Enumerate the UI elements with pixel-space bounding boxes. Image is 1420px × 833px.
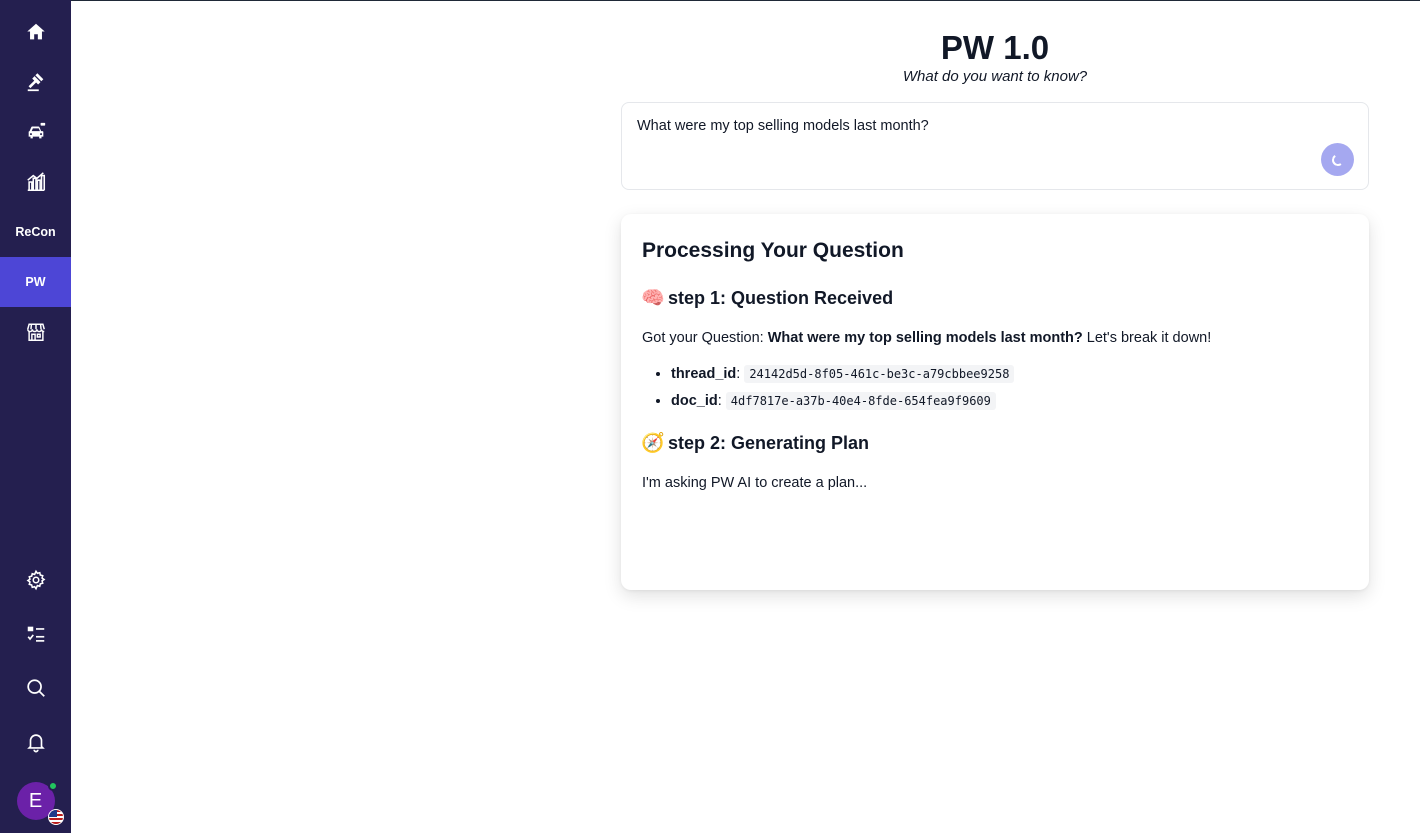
brain-icon: 🧠 [641,288,665,309]
notifications-button[interactable] [0,715,71,769]
step2-text: I'm asking PW AI to create a plan... [642,475,868,491]
avatar[interactable]: E [16,781,64,825]
bell-icon [26,734,45,753]
top-border [71,0,1420,1]
loading-spinner-icon [1330,152,1345,167]
submit-loading-button[interactable] [1321,143,1354,176]
page-title: PW 1.0 [940,29,1050,66]
step2-heading: 🧭 step 2: Generating Plan [641,431,1348,455]
step1-question: What were my top selling models last mon… [767,330,1083,346]
question-input[interactable]: What were my top selling models last mon… [621,102,1369,190]
processing-card: Processing Your Question 🧠 step 1: Quest… [621,214,1369,590]
sidebar-bottom: E [0,553,71,833]
step1-intro-suffix: Let's break it down! [1082,330,1212,346]
step1-heading: 🧠 step 1: Question Received [641,286,1348,310]
sidebar-item-store[interactable] [0,307,71,357]
sidebar-item-auction[interactable] [0,57,71,107]
sidebar-item-label: PW [25,275,46,289]
sidebar-item-analytics[interactable] [0,157,71,207]
bar-chart-icon [26,172,45,192]
us-flag-icon [47,809,64,825]
search-button[interactable] [0,661,71,715]
tasks-button[interactable] [0,607,71,661]
sidebar-item-pw[interactable]: PW [0,257,71,307]
search-icon [26,679,45,697]
gear-icon [26,569,45,591]
processing-title: Processing Your Question [642,239,904,262]
list-item: thread_id: 24142d5d-8f05-461c-be3c-a79cb… [671,364,1348,384]
checklist-icon [27,626,44,642]
avatar-initial: E [28,789,43,812]
home-icon [26,23,45,40]
step1-details: thread_id: 24142d5d-8f05-461c-be3c-a79cb… [642,364,1348,411]
store-icon [26,323,45,341]
detail-key: thread_id [671,366,737,382]
detail-value: 4df7817e-a37b-40e4-8fde-654fea9f9609 [725,392,996,410]
page-header: PW 1.0 What do you want to know? [621,28,1369,85]
sidebar-item-inventory[interactable] [0,107,71,157]
step2-title: step 2: Generating Plan [668,432,870,453]
sidebar-item-recon[interactable]: ReCon [0,207,71,257]
step1-intro-prefix: Got your Question: [642,330,768,346]
gavel-icon [27,73,43,92]
step1-text: Got your Question: What were my top sell… [642,328,1348,348]
sidebar-item-home[interactable] [0,7,71,57]
sidebar-nav: ReCon PW [0,0,71,357]
user-menu[interactable]: E [0,769,71,833]
list-item: doc_id: 4df7817e-a37b-40e4-8fde-654fea9f… [671,391,1348,411]
question-input-value: What were my top selling models last mon… [637,118,929,134]
detail-key: doc_id [671,393,718,409]
step1-title: step 1: Question Received [668,287,894,308]
sidebar-item-label: ReCon [15,225,56,239]
page-subtitle: What do you want to know? [902,68,1088,85]
detail-value: 24142d5d-8f05-461c-be3c-a79cbbee9258 [744,365,1015,383]
sidebar: ReCon PW E [0,0,71,833]
settings-button[interactable] [0,553,71,607]
compass-icon: 🧭 [641,433,665,454]
online-status-dot [47,781,58,791]
car-icon [28,122,45,139]
